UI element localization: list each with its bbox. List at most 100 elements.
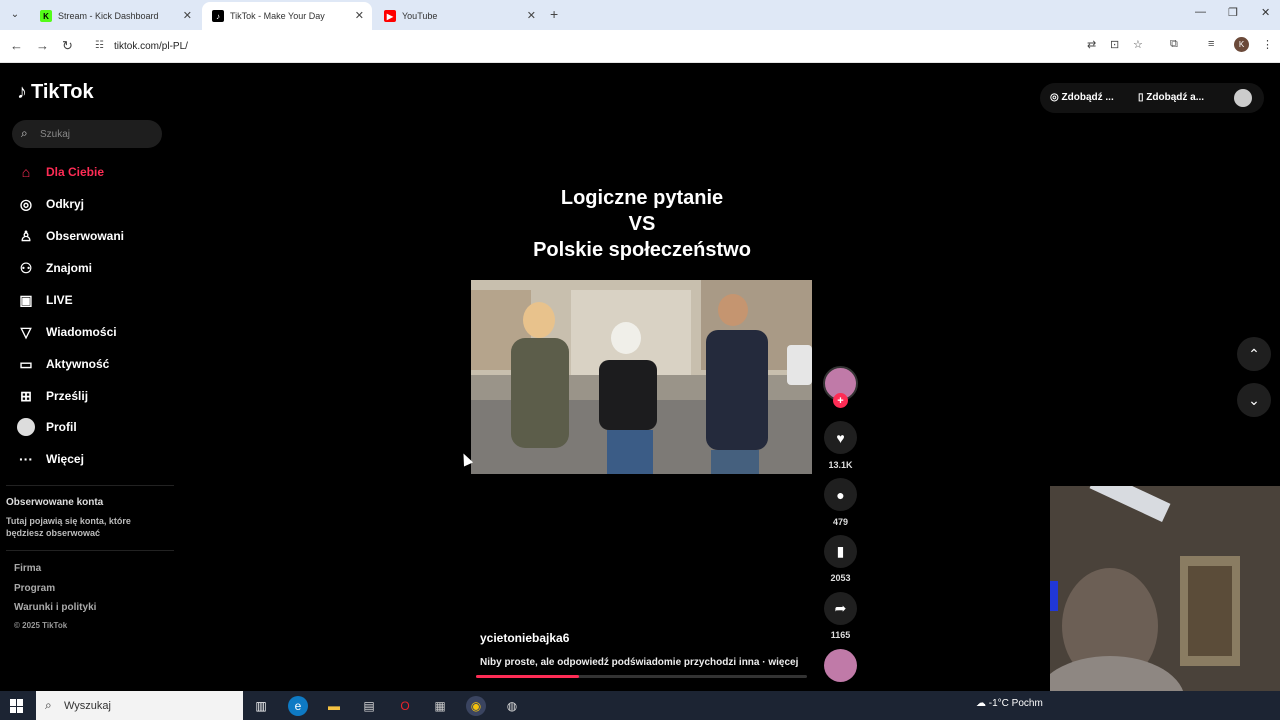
divider bbox=[6, 550, 174, 551]
tab-search-icon[interactable]: ⌄ bbox=[6, 5, 24, 23]
footer-link-company[interactable]: Firma bbox=[14, 563, 41, 574]
sound-avatar[interactable] bbox=[824, 649, 857, 682]
store-icon[interactable]: ▤ bbox=[359, 696, 379, 716]
like-count: 13.1K bbox=[828, 460, 853, 470]
search-input[interactable]: ⌕ Szukaj bbox=[12, 120, 162, 148]
media-controls-icon[interactable]: ≡ bbox=[1208, 38, 1214, 50]
nav-label: Znajomi bbox=[46, 261, 93, 275]
edge-icon[interactable]: e bbox=[288, 696, 308, 716]
tab-kick[interactable]: K Stream - Kick Dashboard ✕ bbox=[30, 2, 200, 30]
menu-icon[interactable]: ⋮ bbox=[1262, 38, 1273, 51]
search-icon: ⌕ bbox=[45, 698, 52, 712]
translate-icon[interactable]: ⇄ bbox=[1087, 38, 1096, 51]
nav-activity[interactable]: ▭ Aktywność bbox=[17, 354, 109, 374]
get-coins-button[interactable]: ◎ Zdobądź ... bbox=[1050, 92, 1114, 103]
save-button[interactable]: ▮ bbox=[824, 535, 857, 568]
tab-title: YouTube bbox=[402, 11, 438, 21]
profile-avatar[interactable] bbox=[1234, 89, 1252, 107]
nav-label: Prześlij bbox=[46, 389, 89, 403]
tab-tiktok[interactable]: ♪ TikTok - Make Your Day ✕ bbox=[202, 2, 372, 30]
get-app-button[interactable]: ▯ Zdobądź a... bbox=[1138, 92, 1204, 103]
messages-icon: ▽ bbox=[20, 323, 32, 340]
profile-avatar[interactable]: K bbox=[1234, 37, 1249, 52]
close-window-icon[interactable]: ✕ bbox=[1261, 6, 1270, 19]
video-caption[interactable]: Niby proste, ale odpowiedź podświadomie … bbox=[480, 657, 798, 668]
bookmark-star-icon[interactable]: ☆ bbox=[1133, 38, 1143, 51]
install-app-icon[interactable]: ⊡ bbox=[1110, 38, 1119, 51]
extensions-icon[interactable]: ⧉ bbox=[1170, 38, 1178, 51]
heart-icon: ♥ bbox=[836, 429, 845, 446]
nav-upload[interactable]: ⊞ Prześlij bbox=[17, 386, 88, 406]
get-coins-label: Zdobądź ... bbox=[1061, 92, 1114, 103]
restore-icon[interactable]: ❐ bbox=[1228, 6, 1238, 19]
tiktok-logo[interactable]: ♪ TikTok bbox=[17, 81, 94, 104]
nav-label: Aktywność bbox=[46, 357, 110, 371]
browser-tab-strip: ⌄ K Stream - Kick Dashboard ✕ ♪ TikTok -… bbox=[0, 0, 1280, 30]
start-button[interactable] bbox=[10, 699, 24, 713]
nav-for-you[interactable]: ⌂ Dla Ciebie bbox=[17, 162, 104, 182]
nav-label: Odkryj bbox=[46, 197, 85, 211]
windows-taskbar: ⌕ Wyszukaj ▥ e ▬ ▤ O ▦ ◉ ◍ ☁ -1°C Pochm bbox=[0, 691, 1280, 720]
obs-icon[interactable]: ◍ bbox=[502, 696, 522, 716]
taskbar-search-input[interactable]: ⌕ Wyszukaj bbox=[36, 691, 243, 720]
nav-live[interactable]: ▣ LIVE bbox=[17, 290, 73, 310]
nav-label: Dla Ciebie bbox=[46, 165, 105, 179]
nav-profile[interactable]: Profil bbox=[17, 417, 77, 437]
more-icon: ··· bbox=[19, 451, 33, 467]
address-toolbar: ← → ↻ ☷ tiktok.com/pl-PL/ ⇄ ⊡ ☆ ⧉ ≡ K ⋮ bbox=[0, 30, 1280, 63]
following-icon: ♙ bbox=[19, 227, 33, 244]
share-button[interactable]: ➦ bbox=[824, 592, 857, 625]
video-player[interactable] bbox=[471, 280, 812, 474]
weather-widget[interactable]: ☁ -1°C Pochm bbox=[976, 698, 1043, 709]
follow-plus-icon[interactable]: + bbox=[833, 393, 848, 408]
opera-icon[interactable]: O bbox=[395, 696, 415, 716]
chrome-icon[interactable]: ◉ bbox=[466, 696, 486, 716]
kick-icon: K bbox=[40, 10, 52, 22]
previous-video-button[interactable]: ⌃ bbox=[1237, 337, 1271, 371]
top-right-bar: ◎ Zdobądź ... ▯ Zdobądź a... bbox=[1040, 83, 1264, 113]
save-count: 2053 bbox=[830, 573, 851, 583]
forward-icon[interactable]: → bbox=[36, 38, 49, 53]
task-view-icon[interactable]: ▥ bbox=[251, 696, 271, 716]
site-info-icon[interactable]: ☷ bbox=[95, 40, 104, 51]
next-video-button[interactable]: ⌄ bbox=[1237, 383, 1271, 417]
nav-following[interactable]: ♙ Obserwowani bbox=[17, 226, 124, 246]
file-explorer-icon[interactable]: ▬ bbox=[324, 696, 344, 716]
url-text: tiktok.com/pl-PL/ bbox=[114, 41, 188, 52]
tiktok-icon: ♪ bbox=[212, 10, 224, 22]
new-tab-button[interactable]: + bbox=[550, 6, 558, 22]
copyright: © 2025 TikTok bbox=[14, 621, 68, 630]
progress-fill bbox=[476, 675, 579, 678]
back-icon[interactable]: ← bbox=[10, 38, 23, 53]
upload-icon: ⊞ bbox=[20, 387, 32, 404]
logo-text: TikTok bbox=[31, 81, 94, 103]
app-icon[interactable]: ▦ bbox=[430, 696, 450, 716]
close-icon[interactable]: ✕ bbox=[183, 9, 192, 22]
close-icon[interactable]: ✕ bbox=[527, 9, 536, 22]
video-progress-bar[interactable] bbox=[476, 675, 807, 678]
author-username[interactable]: ycietoniebajka6 bbox=[480, 631, 569, 645]
compass-icon: ◎ bbox=[19, 195, 33, 212]
url-bar[interactable]: ☷ tiktok.com/pl-PL/ bbox=[86, 34, 1106, 59]
comment-button[interactable]: ● bbox=[824, 478, 857, 511]
footer-link-program[interactable]: Program bbox=[14, 583, 55, 594]
search-placeholder: Szukaj bbox=[40, 128, 71, 140]
youtube-icon: ▶ bbox=[384, 10, 396, 22]
nav-explore[interactable]: ◎ Odkryj bbox=[17, 194, 84, 214]
live-icon: ▣ bbox=[19, 291, 33, 308]
share-count: 1165 bbox=[830, 630, 851, 640]
close-icon[interactable]: ✕ bbox=[355, 9, 364, 22]
reload-icon[interactable]: ↻ bbox=[62, 38, 73, 54]
nav-messages[interactable]: ▽ Wiadomości bbox=[17, 322, 117, 342]
nav-label: LIVE bbox=[46, 293, 73, 307]
nav-label: Obserwowani bbox=[46, 229, 125, 243]
like-button[interactable]: ♥ bbox=[824, 421, 857, 454]
friends-icon: ⚇ bbox=[19, 259, 33, 276]
nav-more[interactable]: ··· Więcej bbox=[17, 449, 84, 469]
minimize-icon[interactable]: — bbox=[1195, 6, 1206, 18]
footer-link-terms[interactable]: Warunki i polityki bbox=[14, 602, 96, 613]
share-icon: ➦ bbox=[834, 600, 847, 616]
tab-youtube[interactable]: ▶ YouTube ✕ bbox=[374, 2, 544, 30]
chevron-down-icon: ⌄ bbox=[1248, 391, 1260, 408]
nav-friends[interactable]: ⚇ Znajomi bbox=[17, 258, 92, 278]
